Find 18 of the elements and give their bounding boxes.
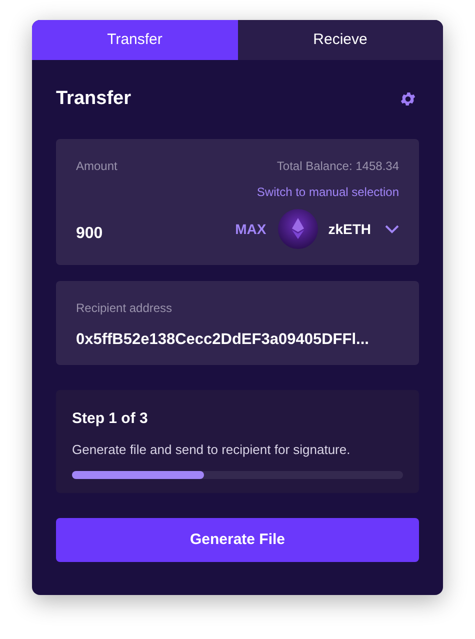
manual-selection-link[interactable]: Switch to manual selection <box>256 183 399 201</box>
amount-value[interactable]: 900 <box>76 222 103 246</box>
generate-file-button[interactable]: Generate File <box>56 518 419 562</box>
recipient-label: Recipient address <box>76 300 174 317</box>
panel-title: Transfer <box>56 86 131 111</box>
step-description: Generate file and send to recipient for signature. <box>72 440 352 459</box>
amount-label: Amount <box>76 158 118 175</box>
ethereum-icon <box>278 209 318 249</box>
settings-icon[interactable] <box>399 90 417 108</box>
token-name: zkETH <box>328 220 371 238</box>
total-balance: Total Balance: 1458.34 <box>276 158 399 175</box>
recipient-address: 0x5ffB52e138Cecc2DdEF3a09405DFFl... <box>76 330 370 350</box>
chevron-down-icon[interactable] <box>385 224 399 234</box>
recipient-field[interactable]: Recipient address 0x5ffB52e138Cecc2DdEF3a09405DFFl... <box>56 281 419 365</box>
step-title: Step 1 of 3 <box>72 409 149 429</box>
max-button[interactable]: MAX <box>235 218 266 240</box>
tab[interactable]: Recieve <box>238 20 443 60</box>
tab[interactable]: Transfer <box>32 20 238 60</box>
